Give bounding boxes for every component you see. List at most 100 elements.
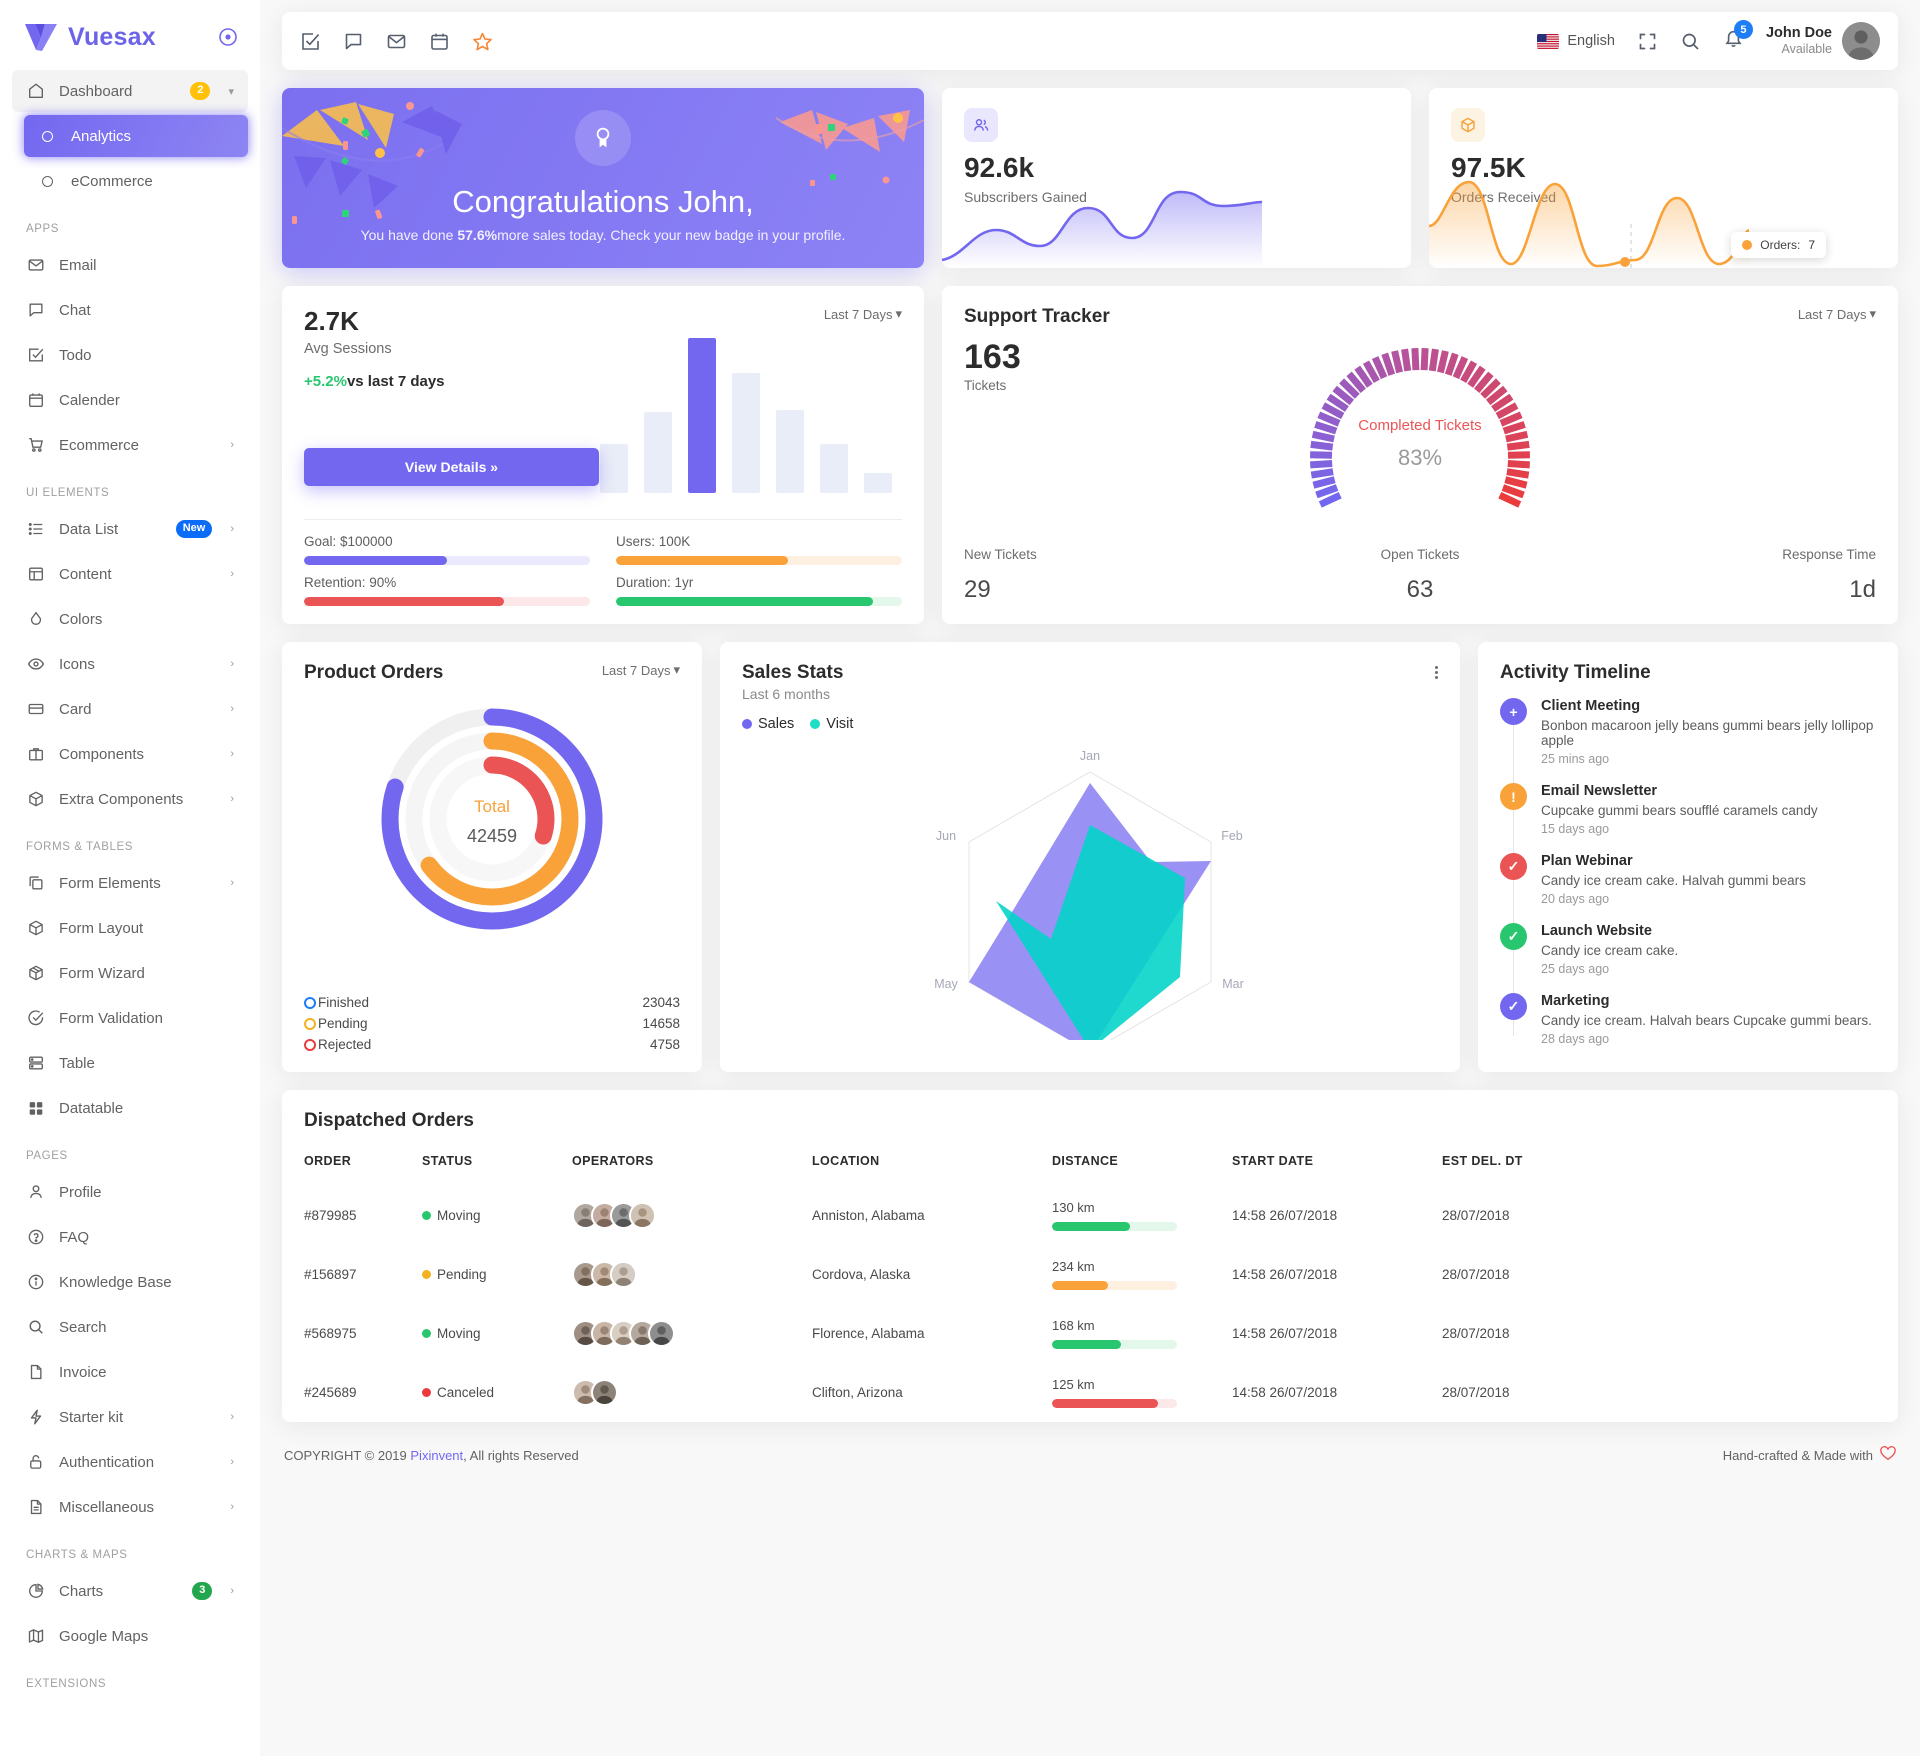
sidebar-item-email[interactable]: Email	[12, 244, 248, 286]
distance-label: 234 km	[1052, 1259, 1212, 1274]
notifications-button[interactable]: 5	[1723, 28, 1744, 54]
table-row[interactable]: #156897 Pending Cordova, Alaska	[282, 1245, 1898, 1304]
pixinvent-link[interactable]: Pixinvent	[410, 1448, 463, 1463]
sidebar-item-form-validation[interactable]: Form Validation	[12, 997, 248, 1039]
sidebar-item-starter-kit[interactable]: Starter kit ›	[12, 1396, 248, 1438]
stat-label: Open Tickets	[1268, 547, 1572, 562]
operator-avatars	[572, 1379, 792, 1406]
search-icon[interactable]	[1680, 31, 1701, 52]
sidebar-item-datatable[interactable]: Datatable	[12, 1087, 248, 1129]
sidebar-item-label: Icons	[59, 656, 212, 673]
row-sessions-tracker: 2.7K Avg Sessions +5.2%vs last 7 days La…	[282, 286, 1898, 624]
plus-icon: +	[1500, 698, 1527, 725]
pie-chart-icon	[26, 1582, 45, 1601]
copy-icon	[26, 874, 45, 893]
product-orders-radial-chart: Total 42459	[367, 694, 617, 944]
sidebar-item-chat[interactable]: Chat	[12, 289, 248, 331]
check-square-icon	[26, 346, 45, 365]
sidebar-item-ecommerce[interactable]: Ecommerce ›	[12, 424, 248, 466]
user-menu[interactable]: John Doe Available	[1766, 22, 1880, 60]
sidebar-item-icons[interactable]: Icons ›	[12, 643, 248, 685]
briefcase-icon	[26, 745, 45, 764]
check-icon: ✓	[1500, 923, 1527, 950]
unlock-icon	[26, 1453, 45, 1472]
sidebar-group-extensions: EXTENSIONS	[12, 1660, 248, 1699]
brand-name: Vuesax	[68, 23, 156, 52]
timeline-item-title: Marketing	[1541, 993, 1872, 1009]
heart-icon	[1880, 1446, 1896, 1464]
legend-item[interactable]: Visit	[810, 716, 853, 732]
congrats-heading: Congratulations John,	[282, 184, 924, 220]
sessions-date-dropdown[interactable]: Last 7 Days ▾	[824, 306, 902, 322]
sidebar-item-components[interactable]: Components ›	[12, 733, 248, 775]
table-head: ORDER STATUS OPERATORS LOCATION DISTANCE…	[282, 1148, 1898, 1186]
sidebar-item-card[interactable]: Card ›	[12, 688, 248, 730]
timeline-item: + Client Meeting Bonbon macaroon jelly b…	[1500, 698, 1876, 766]
product-orders-dropdown[interactable]: Last 7 Days ▾	[602, 662, 680, 678]
fullscreen-icon[interactable]	[1637, 31, 1658, 52]
sidebar-item-dashboard[interactable]: Dashboard 2 ▾	[12, 70, 248, 112]
sidebar-item-analytics[interactable]: Analytics	[24, 115, 248, 157]
sidebar-item-search[interactable]: Search	[12, 1306, 248, 1348]
sidebar-item-faq[interactable]: FAQ	[12, 1216, 248, 1258]
mail-icon	[26, 256, 45, 275]
sidebar-item-profile[interactable]: Profile	[12, 1171, 248, 1213]
dispatched-orders-table: ORDER STATUS OPERATORS LOCATION DISTANCE…	[282, 1148, 1898, 1422]
sidebar-item-calender[interactable]: Calender	[12, 379, 248, 421]
more-vertical-icon[interactable]	[1435, 666, 1438, 679]
cell-distance: 234 km	[1042, 1245, 1222, 1304]
sidebar-item-table[interactable]: Table	[12, 1042, 248, 1084]
product-orders-title: Product Orders	[304, 662, 443, 684]
table-row[interactable]: #245689 Canceled Clifton, Arizona	[282, 1363, 1898, 1422]
operator-avatars	[572, 1202, 792, 1229]
star-icon[interactable]	[472, 31, 493, 52]
distance-label: 130 km	[1052, 1200, 1212, 1215]
calendar-icon[interactable]	[429, 31, 450, 52]
language-selector[interactable]: English	[1537, 33, 1615, 49]
legend-item[interactable]: Sales	[742, 716, 794, 732]
tooltip-label: Orders:	[1760, 238, 1800, 252]
cell-location: Cordova, Alaska	[802, 1245, 1042, 1304]
sidebar-item-invoice[interactable]: Invoice	[12, 1351, 248, 1393]
sidebar-item-charts[interactable]: Charts 3 ›	[12, 1570, 248, 1612]
status-dot	[422, 1329, 431, 1338]
timeline-item-title: Client Meeting	[1541, 698, 1876, 714]
operator-avatars	[572, 1261, 792, 1288]
timeline-item-title: Plan Webinar	[1541, 853, 1806, 869]
sidebar-item-content[interactable]: Content ›	[12, 553, 248, 595]
check-square-icon[interactable]	[300, 31, 321, 52]
sidebar-item-form-layout[interactable]: Form Layout	[12, 907, 248, 949]
sidebar-item-authentication[interactable]: Authentication ›	[12, 1441, 248, 1483]
table-row[interactable]: #879985 Moving Anniston,	[282, 1186, 1898, 1245]
sidebar-item-colors[interactable]: Colors	[12, 598, 248, 640]
sidebar-item-extra-components[interactable]: Extra Components ›	[12, 778, 248, 820]
column-location: LOCATION	[802, 1148, 1042, 1186]
copyright-prefix: COPYRIGHT © 2019	[284, 1448, 410, 1463]
congrats-text-after: more sales today. Check your new badge i…	[497, 227, 845, 243]
stat-value: 63	[1268, 576, 1572, 604]
sales-stats-card: Sales Stats Last 6 months Sales Visit	[720, 642, 1460, 1072]
sidebar-item-label: Extra Components	[59, 791, 212, 808]
copyright-suffix: , All rights Reserved	[463, 1448, 579, 1463]
axis-label-mar: Mar	[1222, 977, 1244, 991]
dispatched-title: Dispatched Orders	[282, 1090, 1898, 1148]
sidebar-item-miscellaneous[interactable]: Miscellaneous ›	[12, 1486, 248, 1528]
chat-icon[interactable]	[343, 31, 364, 52]
view-details-button[interactable]: View Details »	[304, 448, 599, 486]
table-row[interactable]: #568975 Moving	[282, 1304, 1898, 1363]
brand[interactable]: Vuesax	[0, 0, 260, 70]
sidebar-item-data-list[interactable]: Data List New ›	[12, 508, 248, 550]
sidebar-item-ecommerce-dash[interactable]: eCommerce	[24, 160, 248, 202]
pin-circle-icon[interactable]	[218, 27, 238, 47]
mail-icon[interactable]	[386, 31, 407, 52]
sidebar-item-form-wizard[interactable]: Form Wizard	[12, 952, 248, 994]
sidebar-item-todo[interactable]: Todo	[12, 334, 248, 376]
activity-timeline-card: Activity Timeline + Client Meeting Bonbo…	[1478, 642, 1898, 1072]
tracker-date-dropdown[interactable]: Last 7 Days ▾	[1798, 306, 1876, 322]
stat-value: 1d	[1572, 576, 1876, 604]
sidebar-item-form-elements[interactable]: Form Elements ›	[12, 862, 248, 904]
legend-label: Finished	[318, 995, 369, 1010]
sidebar-item-google-maps[interactable]: Google Maps	[12, 1615, 248, 1657]
tracker-stats: New Tickets 29 Open Tickets 63 Response …	[964, 547, 1876, 604]
sidebar-item-knowledge-base[interactable]: Knowledge Base	[12, 1261, 248, 1303]
